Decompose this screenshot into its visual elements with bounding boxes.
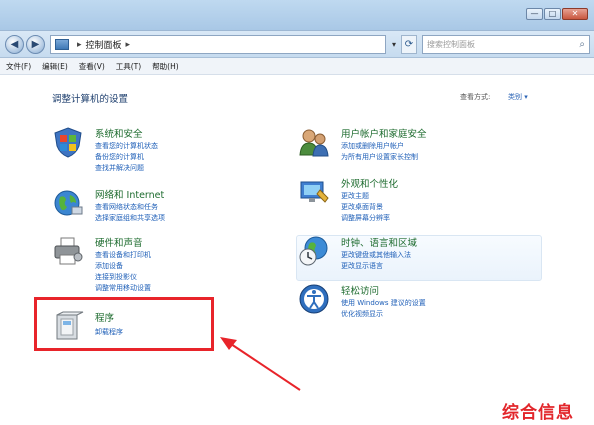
watermark-text: 综合信息	[502, 403, 574, 423]
annotation-arrow	[220, 337, 301, 391]
